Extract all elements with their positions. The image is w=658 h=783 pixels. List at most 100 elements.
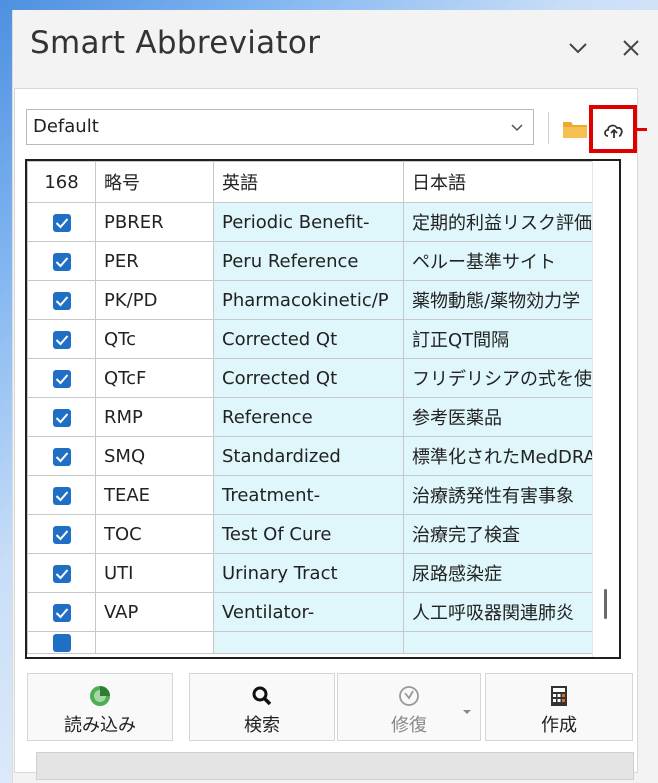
row-checkbox[interactable]	[52, 408, 71, 427]
row-checkbox-cell[interactable]	[27, 475, 96, 515]
abbr-cell[interactable]: SMQ	[95, 436, 214, 476]
english-cell[interactable]: Peru Reference	[213, 241, 404, 281]
checkmark-icon	[55, 256, 68, 267]
vertical-scrollbar[interactable]	[592, 161, 619, 657]
row-checkbox-cell[interactable]	[27, 397, 96, 437]
english-cell[interactable]: Ventilator-	[213, 592, 404, 632]
repair-button[interactable]: 修復	[337, 673, 481, 741]
status-bar	[36, 752, 634, 780]
row-checkbox[interactable]	[52, 330, 71, 349]
row-checkbox[interactable]	[52, 525, 71, 544]
row-checkbox[interactable]	[52, 564, 71, 583]
japanese-cell[interactable]: 人工呼吸器関連肺炎	[403, 592, 596, 632]
table-row[interactable]: QTcF Corrected Qt フリデリシアの式を使用	[27, 358, 596, 398]
row-checkbox[interactable]	[52, 603, 71, 622]
abbr-cell[interactable]: PK/PD	[95, 280, 214, 320]
abbr-cell[interactable]: TEAE	[95, 475, 214, 515]
table-row[interactable]: SMQ Standardized 標準化されたMedDRA	[27, 436, 596, 476]
table-row[interactable]: PBRER Periodic Benefit- 定期的利益リスク評価	[27, 202, 596, 242]
english-cell[interactable]: Reference	[213, 397, 404, 437]
scrollbar-thumb[interactable]	[604, 589, 607, 619]
collapse-button[interactable]	[564, 34, 592, 62]
row-checkbox-cell[interactable]	[27, 436, 96, 476]
japanese-cell[interactable]: 参考医薬品	[403, 397, 596, 437]
checkmark-icon	[55, 451, 68, 462]
row-checkbox-cell[interactable]	[27, 514, 96, 554]
row-checkbox[interactable]	[52, 213, 71, 232]
row-checkbox[interactable]	[52, 291, 71, 310]
toolbar-divider	[548, 112, 549, 144]
table-row[interactable]: VAP Ventilator- 人工呼吸器関連肺炎	[27, 592, 596, 632]
japanese-cell[interactable]	[403, 631, 596, 654]
japanese-cell[interactable]: 治療完了検査	[403, 514, 596, 554]
abbr-cell[interactable]: UTI	[95, 553, 214, 593]
table-row[interactable]: PER Peru Reference ペルー基準サイト	[27, 241, 596, 281]
table-row[interactable]: PK/PD Pharmacokinetic/P 薬物動態/薬物効力学	[27, 280, 596, 320]
abbr-cell[interactable]: QTcF	[95, 358, 214, 398]
column-header-abbr[interactable]: 略号	[95, 161, 214, 203]
row-checkbox-cell[interactable]	[27, 592, 96, 632]
row-checkbox-cell[interactable]	[27, 631, 96, 654]
english-cell[interactable]: Pharmacokinetic/P	[213, 280, 404, 320]
abbr-cell[interactable]: RMP	[95, 397, 214, 437]
table-row[interactable]: RMP Reference 参考医薬品	[27, 397, 596, 437]
row-checkbox[interactable]	[52, 252, 71, 271]
row-checkbox-cell[interactable]	[27, 358, 96, 398]
row-checkbox-cell[interactable]	[27, 241, 96, 281]
load-icon	[90, 686, 110, 706]
row-checkbox[interactable]	[52, 634, 71, 652]
english-cell[interactable]: Standardized	[213, 436, 404, 476]
row-checkbox-cell[interactable]	[27, 319, 96, 359]
abbr-cell[interactable]: PER	[95, 241, 214, 281]
checkmark-icon	[55, 607, 68, 618]
chevron-down-icon	[511, 124, 523, 132]
japanese-cell[interactable]: 尿路感染症	[403, 553, 596, 593]
column-header-japanese[interactable]: 日本語	[403, 161, 596, 203]
cloud-upload-icon	[604, 124, 623, 138]
japanese-cell[interactable]: 薬物動態/薬物効力学	[403, 280, 596, 320]
open-folder-button[interactable]	[562, 118, 588, 144]
create-button[interactable]: 作成	[485, 673, 633, 741]
abbr-cell[interactable]: TOC	[95, 514, 214, 554]
checkmark-icon	[55, 373, 68, 384]
english-cell[interactable]: Test Of Cure	[213, 514, 404, 554]
abbr-cell[interactable]: PBRER	[95, 202, 214, 242]
japanese-cell[interactable]: ペルー基準サイト	[403, 241, 596, 281]
japanese-cell[interactable]: 訂正QT間隔	[403, 319, 596, 359]
english-cell[interactable]: Corrected Qt	[213, 319, 404, 359]
row-checkbox[interactable]	[52, 486, 71, 505]
english-cell[interactable]: Corrected Qt	[213, 358, 404, 398]
row-checkbox-cell[interactable]	[27, 553, 96, 593]
close-button[interactable]	[617, 34, 645, 62]
abbr-cell[interactable]: QTc	[95, 319, 214, 359]
table-row[interactable]	[27, 631, 596, 654]
abbr-cell[interactable]	[95, 631, 214, 654]
repair-icon	[399, 686, 419, 706]
japanese-cell[interactable]: フリデリシアの式を使用	[403, 358, 596, 398]
japanese-cell[interactable]: 定期的利益リスク評価	[403, 202, 596, 242]
japanese-cell[interactable]: 標準化されたMedDRA	[403, 436, 596, 476]
row-checkbox[interactable]	[52, 447, 71, 466]
abbr-cell[interactable]: VAP	[95, 592, 214, 632]
column-header-english[interactable]: 英語	[213, 161, 404, 203]
profile-dropdown[interactable]: Default	[26, 109, 534, 145]
row-checkbox-cell[interactable]	[27, 202, 96, 242]
english-cell[interactable]: Periodic Benefit-	[213, 202, 404, 242]
english-cell[interactable]: Treatment-	[213, 475, 404, 515]
row-checkbox-cell[interactable]	[27, 280, 96, 320]
load-button[interactable]: 読み込み	[27, 673, 173, 741]
english-cell[interactable]: Urinary Tract	[213, 553, 404, 593]
search-button[interactable]: 検索	[189, 673, 335, 741]
cloud-upload-button[interactable]	[589, 105, 637, 153]
table-row[interactable]: TOC Test Of Cure 治療完了検査	[27, 514, 596, 554]
table-row[interactable]: QTc Corrected Qt 訂正QT間隔	[27, 319, 596, 359]
table-row[interactable]: TEAE Treatment- 治療誘発性有害事象	[27, 475, 596, 515]
chevron-down-icon	[569, 43, 587, 54]
checkmark-icon	[55, 568, 68, 579]
checkmark-icon	[55, 217, 68, 228]
japanese-cell[interactable]: 治療誘発性有害事象	[403, 475, 596, 515]
abbreviation-grid[interactable]: 168 略号 英語 日本語 PBRER Periodic Benefit- 定期的利…	[25, 159, 621, 659]
row-checkbox[interactable]	[52, 369, 71, 388]
english-cell[interactable]	[213, 631, 404, 654]
table-row[interactable]: UTI Urinary Tract 尿路感染症	[27, 553, 596, 593]
